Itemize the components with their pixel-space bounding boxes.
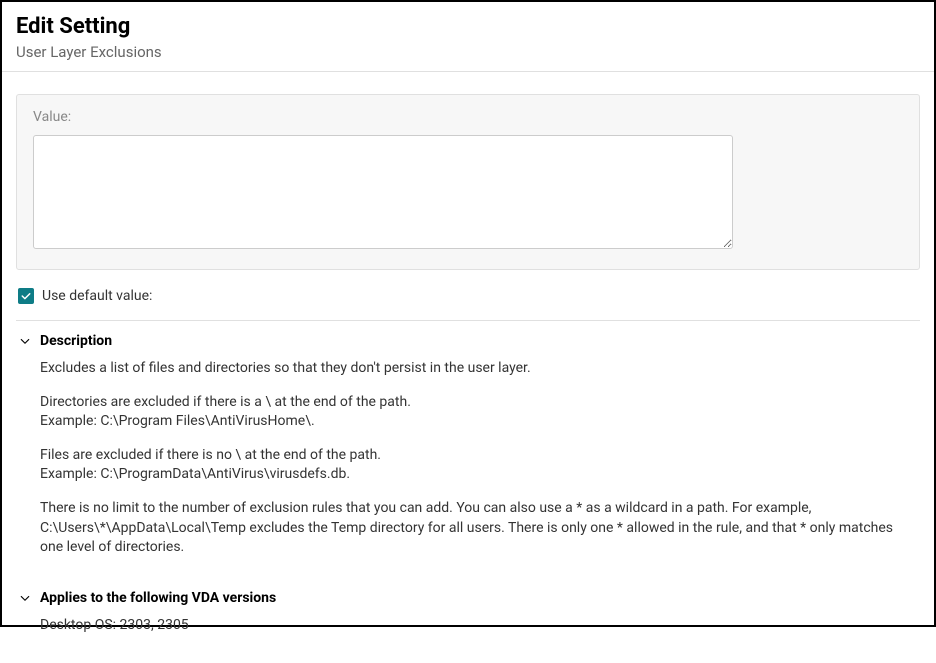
description-text: There is no limit to the number of exclu… bbox=[40, 499, 918, 558]
description-text: Example: C:\Program Files\AntiVirusHome\… bbox=[40, 412, 918, 432]
description-body: Excludes a list of files and directories… bbox=[18, 359, 918, 558]
page-subtitle: User Layer Exclusions bbox=[16, 43, 920, 61]
use-default-label: Use default value: bbox=[42, 288, 152, 304]
vda-text: Desktop OS: 2303, 2305 bbox=[40, 616, 918, 636]
vda-body: Desktop OS: 2303, 2305 bbox=[18, 616, 918, 636]
chevron-down-icon bbox=[18, 591, 32, 605]
value-panel: Value: bbox=[16, 94, 920, 270]
vda-heading: Applies to the following VDA versions bbox=[40, 590, 276, 606]
description-text: Directories are excluded if there is a \… bbox=[40, 393, 918, 413]
chevron-down-icon bbox=[18, 334, 32, 348]
description-toggle[interactable]: Description bbox=[18, 333, 918, 349]
description-text: Excludes a list of files and directories… bbox=[40, 359, 918, 379]
description-heading: Description bbox=[40, 333, 112, 349]
checkmark-icon bbox=[20, 290, 32, 302]
vda-toggle[interactable]: Applies to the following VDA versions bbox=[18, 590, 918, 606]
value-textarea[interactable] bbox=[33, 135, 733, 249]
value-label: Value: bbox=[33, 109, 903, 125]
description-text: Example: C:\ProgramData\AntiVirus\virusd… bbox=[40, 465, 918, 485]
use-default-checkbox[interactable] bbox=[18, 288, 34, 304]
description-text: Files are excluded if there is no \ at t… bbox=[40, 446, 918, 466]
page-title: Edit Setting bbox=[16, 14, 920, 39]
